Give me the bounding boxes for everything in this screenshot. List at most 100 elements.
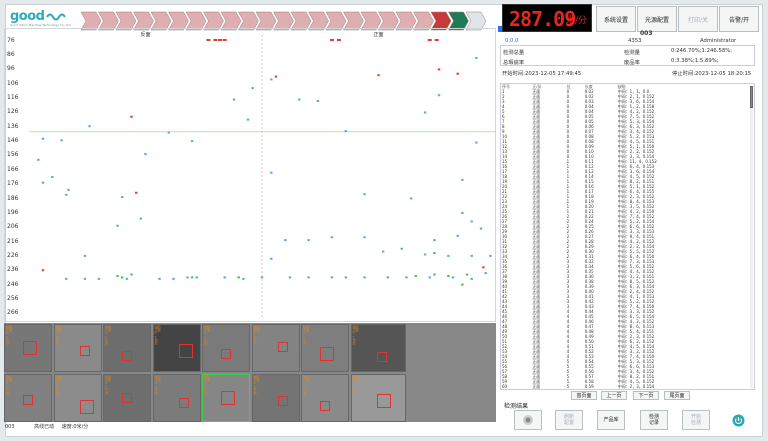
defect-point (437, 94, 441, 97)
stats-panel: 检测总量 总瑕疵率 检测量 废品率 0:246.70%;1:246.58%; 0… (500, 45, 755, 66)
defect-point (423, 253, 427, 256)
defect-thumbnail[interactable]: 缺陷 正面 X: Y: 长: 宽: (152, 324, 201, 372)
defect-point (307, 239, 310, 242)
detect-ratio-label: 检测量 (624, 50, 640, 56)
inspect-total-label: 检测总量 (503, 50, 525, 56)
table-row[interactable]: 61正面50.60中间：5，1，0.152 (501, 389, 741, 390)
defect-point (41, 269, 45, 272)
defect-point (475, 56, 478, 59)
power-icon (732, 414, 744, 426)
defect-point (213, 39, 218, 41)
defect-thumbnail[interactable]: 缺陷 正面 X: Y: 长: 宽: (4, 324, 52, 372)
defect-point (270, 257, 273, 260)
power-button[interactable] (726, 410, 750, 430)
defect-thumbnail[interactable]: 缺陷 正面 X: Y: 长: 宽: (53, 324, 102, 372)
defect-box (122, 392, 132, 403)
prev-page-button[interactable]: 上一页 (601, 391, 627, 400)
defect-thumbnail[interactable]: 缺陷 正面 X: Y: 长: 宽: (202, 324, 250, 372)
y-tick-label: 206 (7, 223, 19, 231)
system-settings-button[interactable]: 系统设置 (596, 6, 636, 32)
defect-thumbnail[interactable]: 缺陷 正面 X: Y: 长: 宽: (301, 373, 349, 422)
defect-thumbnail[interactable]: 缺陷 正面 X: Y: 长: 宽: (301, 324, 349, 372)
defect-box (221, 390, 235, 405)
defect-point (377, 74, 380, 77)
defect-box (79, 399, 94, 414)
y-tick-label: 256 (7, 294, 19, 302)
defect-point (423, 111, 427, 114)
defect-box (221, 349, 231, 359)
defect-point (139, 217, 143, 220)
footer: 003 高线已动 速度:0米/分 (5, 423, 88, 430)
last-page-button[interactable]: 尾页面 (664, 391, 690, 400)
defect-thumbnails: 缺陷 正面 X: Y: 长: 宽: 缺陷 正面 X: Y: 长: 宽: 缺陷 正面 … (4, 323, 496, 422)
thumbnail-label: 缺陷 正面 X: Y: 长: 宽: (303, 325, 310, 346)
defect-point (270, 171, 273, 174)
y-tick-label: 136 (7, 122, 19, 130)
thumbnail-label: 缺陷 正面 X: Y: 长: 宽: (204, 325, 211, 346)
refresh-config-button[interactable]: 刷新 配置 (555, 410, 583, 430)
defect-thumbnail[interactable]: 缺陷 正面 X: Y: 长: 宽: (53, 373, 102, 422)
user-name: Administrator (700, 38, 737, 44)
gear-icon-button[interactable] (514, 410, 542, 430)
defect-point (470, 254, 473, 257)
defect-thumbnail[interactable]: 缺陷 正面 X: Y: 长: 宽: (202, 373, 250, 422)
table-cell: 61 (501, 389, 531, 390)
y-tick-label: 266 (7, 309, 19, 317)
defect-point (433, 273, 436, 276)
defect-point (386, 276, 390, 279)
next-page-button[interactable]: 下一页 (633, 391, 659, 400)
defect-thumbnail[interactable]: 缺陷 正面 X: Y: 长: 宽: (103, 324, 151, 372)
detect-result-label: 检测结果 (504, 403, 529, 410)
defect-point (83, 277, 87, 280)
defect-rate-label: 总瑕疵率 (503, 60, 525, 66)
speed-display: 287.09 米/分 (502, 4, 592, 32)
defect-point (381, 250, 385, 253)
defect-point (125, 277, 129, 280)
product-library-button[interactable]: 产品库 (597, 410, 625, 430)
defect-box (277, 395, 288, 406)
defect-box (178, 344, 193, 358)
defect-point (251, 87, 254, 90)
defect-point (400, 247, 403, 250)
defect-point (270, 78, 273, 81)
defect-point (190, 140, 194, 143)
defect-point (167, 131, 170, 134)
defect-point (363, 276, 366, 279)
print-toggle-button[interactable]: 打印/关 (678, 6, 718, 32)
defect-point (409, 197, 413, 200)
defect-point (288, 276, 292, 279)
thumbnail-label: 缺陷 正面 X: Y: 长: 宽: (253, 374, 260, 395)
y-tick-label: 176 (7, 180, 19, 188)
light-config-button[interactable]: 光源配置 (637, 6, 677, 32)
y-tick-label: 146 (7, 137, 19, 145)
start-detect-button[interactable]: 开始 检测 (682, 410, 710, 430)
defect-point (116, 274, 119, 277)
first-page-button[interactable]: 首页面 (571, 391, 597, 400)
defect-box (178, 397, 189, 408)
defect-thumbnail[interactable]: 缺陷 正面 X: Y: 长: 宽: (103, 373, 151, 422)
defect-thumbnail[interactable]: 缺陷 正面 X: Y: 长: 宽: (350, 324, 406, 372)
y-tick-label: 166 (7, 165, 19, 173)
stop-time: 停止时间:2023-12-05 18:20:15 (672, 71, 752, 77)
defect-thumbnail[interactable]: 缺陷 正面 X: Y: 长: 宽: (4, 373, 52, 422)
list-scrollbar[interactable] (750, 86, 753, 388)
defect-point (470, 277, 473, 280)
thumbnail-label: 缺陷 正面 X: Y: 长: 宽: (105, 325, 112, 346)
defect-thumbnail[interactable]: 缺陷 正面 X: Y: 长: 宽: (350, 373, 406, 422)
defect-point (41, 137, 45, 140)
detect-records-button[interactable]: 检测 记录 (640, 410, 668, 430)
defect-thumbnail[interactable]: 缺陷 正面 X: Y: 长: 宽: (152, 373, 201, 422)
gear-icon (523, 415, 533, 425)
defect-point (222, 39, 227, 41)
defect-thumbnail[interactable]: 缺陷 正面 X: Y: 长: 宽: (251, 373, 300, 422)
start-time: 开始时间:2023-12-05 17:49:45 (502, 71, 582, 77)
scroll-thumb[interactable] (750, 86, 753, 108)
y-tick-label: 106 (7, 79, 19, 87)
alarm-toggle-button[interactable]: 告警/开 (719, 6, 759, 32)
defect-point (298, 98, 301, 101)
section-label: 反面 (140, 31, 150, 38)
table-cell: 5 (566, 389, 584, 390)
defect-thumbnail[interactable]: 缺陷 正面 X: Y: 长: 宽: (251, 324, 300, 372)
defect-point (363, 193, 366, 196)
defect-point (484, 272, 487, 275)
